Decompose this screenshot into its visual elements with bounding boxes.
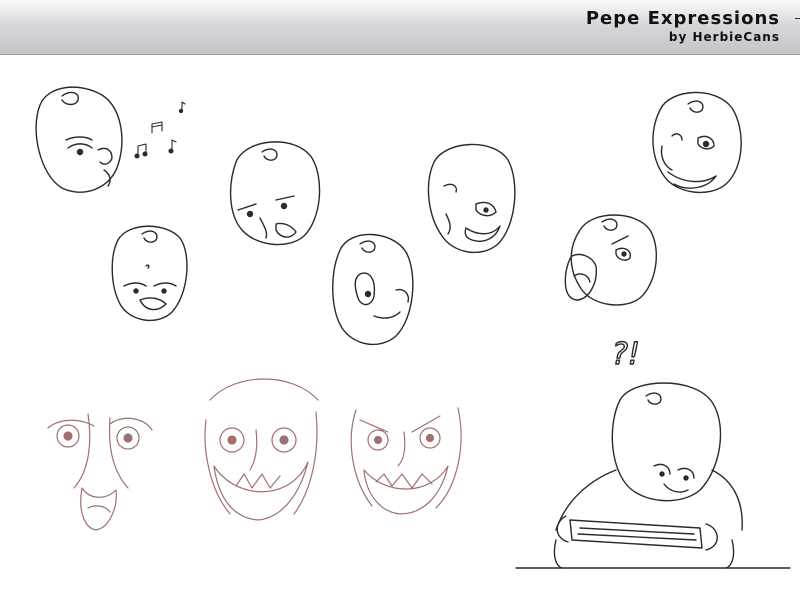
head-yelling [564,214,657,306]
question-exclaim-doodle: ?! [612,337,640,372]
head-happy [652,91,742,194]
head-angry [229,141,321,246]
sketch-faces [47,378,462,531]
head-whistling [35,86,123,193]
head-confused-typing: ?! [515,336,791,569]
music-notes-doodle [134,101,186,159]
head-shocked [332,233,414,346]
head-grumpy [111,225,188,322]
head-sly-grin [427,143,516,254]
sketch-sheet: ?! [35,86,791,569]
